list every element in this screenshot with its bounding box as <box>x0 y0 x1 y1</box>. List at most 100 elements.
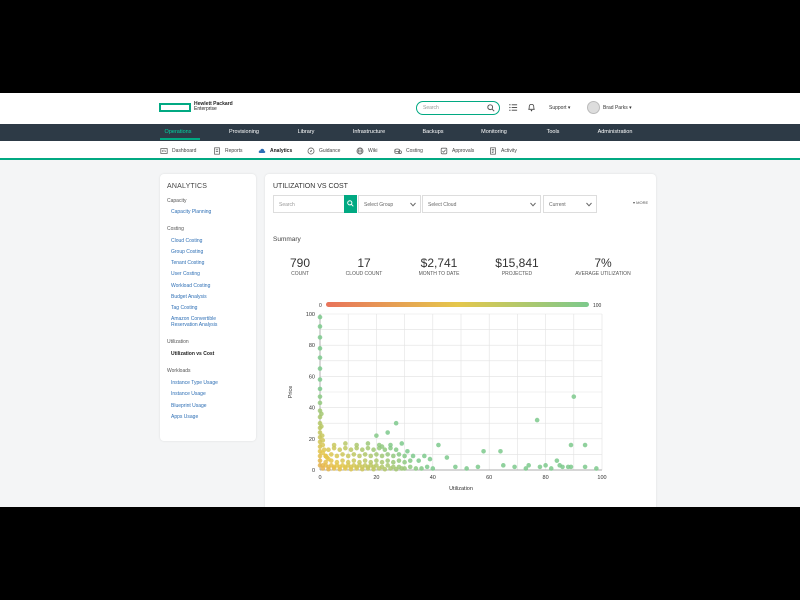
scatter-point <box>376 466 382 471</box>
scatter-point <box>582 464 588 470</box>
scatter-point <box>360 447 365 453</box>
select-cloud-dropdown[interactable]: Select Cloud <box>422 195 541 213</box>
scatter-point <box>365 445 371 451</box>
stat-cloud-count-value: 17 <box>357 256 371 270</box>
stat-cloud-count: 17 CLOUD COUNT <box>346 256 383 277</box>
subnav-costing-label: Costing <box>406 148 423 154</box>
sidebar-item-cloud-costing[interactable]: Cloud Costing <box>171 238 202 244</box>
nav-provisioning[interactable]: Provisioning <box>229 129 259 135</box>
nav-monitoring[interactable]: Monitoring <box>481 129 507 135</box>
stat-projected: $15,841 PROJECTED <box>495 256 538 277</box>
scatter-point <box>328 458 334 463</box>
subnav-activity[interactable]: Activity <box>489 147 517 155</box>
more-filters-toggle[interactable]: ▾ MORE <box>633 200 648 205</box>
support-menu[interactable]: Support ▾ <box>549 105 570 111</box>
scatter-point <box>537 464 543 470</box>
scatter-point <box>402 459 407 465</box>
y-axis-label: Price <box>288 386 294 399</box>
top-header: Hewlett Packard Enterprise Search Suppor… <box>0 93 800 124</box>
scatter-point <box>430 466 436 471</box>
sidebar-item-blueprint-usage[interactable]: Blueprint Usage <box>171 403 207 409</box>
sub-nav: Dashboard Reports Analytics Guidance Wik… <box>0 141 800 160</box>
subnav-dashboard[interactable]: Dashboard <box>160 147 196 155</box>
sidebar-item-capacity-planning[interactable]: Capacity Planning <box>171 209 211 215</box>
subnav-analytics-label: Analytics <box>270 148 293 154</box>
x-tick-label: 20 <box>373 475 379 481</box>
scatter-point <box>317 394 323 399</box>
scatter-point <box>319 424 324 429</box>
sidebar-item-utilization-vs-cost[interactable]: Utilization vs Cost <box>171 351 214 357</box>
x-axis-label: Utilization <box>449 486 473 492</box>
sidebar-item-tenant-costing[interactable]: Tenant Costing <box>171 260 204 266</box>
scatter-point <box>481 448 486 454</box>
scatter-point <box>388 442 393 448</box>
scatter-point <box>337 466 343 472</box>
subnav-approvals[interactable]: Approvals <box>440 147 474 155</box>
x-tick-label: 0 <box>318 475 321 481</box>
subnav-guidance[interactable]: Guidance <box>307 147 340 155</box>
nav-library[interactable]: Library <box>298 129 315 135</box>
scatter-point <box>419 466 424 471</box>
nav-infrastructure[interactable]: Infrastructure <box>353 129 385 135</box>
sidebar-item-instance-type-usage[interactable]: Instance Type Usage <box>171 380 218 386</box>
period-dropdown[interactable]: Current <box>543 195 597 213</box>
scatter-point <box>399 441 405 446</box>
filter-search-button[interactable] <box>344 195 357 213</box>
sidebar-item-group-costing[interactable]: Group Costing <box>171 249 203 255</box>
scatter-point <box>464 466 469 471</box>
color-scale-max-label: 100 <box>593 303 602 309</box>
select-group-dropdown[interactable]: Select Group <box>358 195 421 213</box>
stat-average-utilization-value: 7% <box>594 256 612 270</box>
stat-month-to-date-label: MONTH TO DATE <box>418 271 460 277</box>
subnav-reports[interactable]: Reports <box>213 147 243 155</box>
scatter-point <box>317 458 323 463</box>
list-icon[interactable] <box>509 103 518 112</box>
scatter-point <box>328 452 334 457</box>
scatter-point <box>393 447 399 453</box>
sidebar-section-utilization: Utilization <box>167 339 189 345</box>
user-menu[interactable]: Brad Parks ▾ <box>603 105 632 111</box>
scatter-point <box>348 466 354 472</box>
scatter-point <box>317 314 323 320</box>
sidebar-item-apps-usage[interactable]: Apps Usage <box>171 414 198 420</box>
sidebar-item-budget-analysis[interactable]: Budget Analysis <box>171 294 207 300</box>
subnav-wiki[interactable]: Wiki <box>356 147 377 155</box>
scatter-point <box>357 453 362 459</box>
logo-line-2: Enterprise <box>194 106 217 112</box>
scatter-point <box>320 438 326 443</box>
nav-backups[interactable]: Backups <box>422 129 443 135</box>
sidebar-item-tag-costing[interactable]: Tag Costing <box>171 305 197 311</box>
scatter-point <box>385 458 390 463</box>
sidebar-item-workload-costing[interactable]: Workload Costing <box>171 283 210 289</box>
stat-average-utilization-label: AVERAGE UTILIZATION <box>575 271 631 277</box>
sidebar-item-instance-usage[interactable]: Instance Usage <box>171 391 206 397</box>
scatter-point <box>323 459 328 465</box>
utilization-vs-cost-scatter-chart: 0 100 0 20 40 60 80 100 0 20 40 60 80 100 Utilization P… <box>288 302 607 492</box>
stat-count-label: COUNT <box>291 271 309 277</box>
nav-operations[interactable]: Operations <box>165 129 192 135</box>
scatter-point <box>343 445 348 451</box>
nav-administration[interactable]: Administration <box>598 129 633 135</box>
sidebar-item-amazon-convertible-reservation-analysis[interactable]: Amazon Convertible Reservation Analysis <box>171 316 217 328</box>
avatar[interactable] <box>587 101 600 114</box>
scatter-point <box>385 452 390 457</box>
search-icon[interactable] <box>487 104 495 112</box>
hpe-logo[interactable]: Hewlett Packard Enterprise <box>159 102 233 112</box>
scatter-point <box>340 458 345 463</box>
scatter-point <box>317 386 323 392</box>
subnav-reports-label: Reports <box>225 148 243 154</box>
scatter-point <box>391 459 396 465</box>
bell-icon[interactable] <box>527 103 536 112</box>
x-tick-label: 100 <box>597 475 606 481</box>
scatter-point <box>362 458 368 463</box>
global-search-input[interactable]: Search <box>416 101 500 115</box>
subnav-analytics[interactable]: Analytics <box>258 147 292 155</box>
stat-cloud-count-label: CLOUD COUNT <box>345 271 383 277</box>
nav-tools[interactable]: Tools <box>547 129 560 135</box>
subnav-approvals-label: Approvals <box>452 148 475 154</box>
subnav-costing[interactable]: Costing <box>394 147 423 155</box>
filter-search-input[interactable]: Search <box>273 195 345 213</box>
scatter-point <box>568 442 574 448</box>
sidebar-item-user-costing[interactable]: User Costing <box>171 271 200 277</box>
scatter-point <box>368 459 374 465</box>
